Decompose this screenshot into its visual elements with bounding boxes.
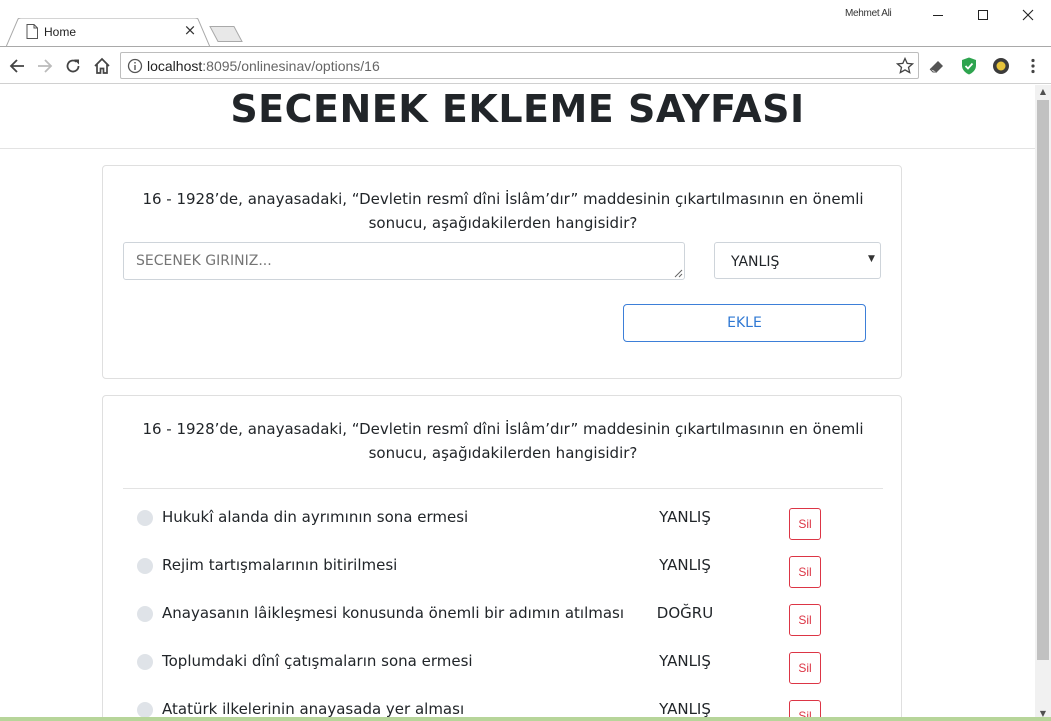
list-item: Hukukî alanda din ayrımının sona ermesi … <box>103 498 903 540</box>
title-divider <box>0 148 1035 149</box>
form-question-text: 16 - 1928’de, anayasadaki, “Devletin res… <box>142 190 864 232</box>
browser-titlebar: Home × Mehmet Ali <box>0 0 1051 47</box>
option-text: Atatürk ilkelerinin anayasada yer alması <box>162 700 465 718</box>
radio-button[interactable] <box>137 606 153 622</box>
option-text: Hukukî alanda din ayrımının sona ermesi <box>162 508 469 526</box>
home-icon[interactable] <box>90 54 114 78</box>
radio-button[interactable] <box>137 654 153 670</box>
radio-button[interactable] <box>137 510 153 526</box>
options-list-card: 16 - 1928’de, anayasadaki, “Devletin res… <box>102 395 902 721</box>
list-item: Rejim tartışmalarının bitirilmesi YANLIŞ… <box>103 546 903 588</box>
info-icon[interactable] <box>127 58 143 74</box>
correctness-select[interactable]: YANLIŞ ▼ <box>714 242 881 279</box>
scrollbar-thumb[interactable] <box>1037 100 1049 660</box>
option-status: DOĞRU <box>656 604 714 622</box>
delete-button[interactable]: Sil <box>789 604 821 636</box>
delete-button[interactable]: Sil <box>789 652 821 684</box>
minimize-icon[interactable] <box>915 0 961 30</box>
browser-toolbar: localhost:8095/onlinesinav/options/16 <box>0 46 1051 84</box>
option-status: YANLIŞ <box>659 700 711 718</box>
eraser-icon[interactable] <box>927 56 947 76</box>
add-option-card: 16 - 1928’de, anayasadaki, “Devletin res… <box>102 165 902 379</box>
star-icon[interactable] <box>896 57 914 75</box>
profile-name[interactable]: Mehmet Ali <box>845 8 892 19</box>
shield-icon[interactable] <box>959 56 979 76</box>
option-text: Rejim tartışmalarının bitirilmesi <box>162 556 398 574</box>
tab-close-icon[interactable]: × <box>182 22 198 38</box>
select-value: YANLIŞ <box>731 254 780 270</box>
arrow-left-icon[interactable] <box>5 54 29 78</box>
new-tab-button[interactable] <box>208 26 244 42</box>
option-status: YANLIŞ <box>659 556 711 574</box>
vertical-scrollbar[interactable]: ▲ ▼ <box>1035 85 1051 721</box>
option-status: YANLIŞ <box>659 652 711 670</box>
page-icon <box>26 24 38 39</box>
option-input[interactable] <box>123 242 685 280</box>
list-item: Toplumdaki dînî çatışmaların sona ermesi… <box>103 642 903 684</box>
page-title: SECENEK EKLEME SAYFASI <box>230 87 805 131</box>
reload-icon[interactable] <box>61 54 85 78</box>
delete-button[interactable]: Sil <box>789 556 821 588</box>
option-status: YANLIŞ <box>659 508 711 526</box>
radio-button[interactable] <box>137 702 153 718</box>
arrow-right-icon[interactable] <box>33 54 57 78</box>
maximize-icon[interactable] <box>960 0 1006 30</box>
list-divider <box>123 488 883 489</box>
taskbar-edge <box>0 717 1051 721</box>
list-item: Anayasanın lâikleşmesi konusunda önemli … <box>103 594 903 636</box>
list-question-text: 16 - 1928’de, anayasadaki, “Devletin res… <box>142 420 864 462</box>
kebab-menu-icon[interactable] <box>1023 56 1043 76</box>
radio-button[interactable] <box>137 558 153 574</box>
bulb-icon[interactable] <box>991 56 1011 76</box>
resize-grip-icon[interactable] <box>674 269 683 278</box>
window-close-icon[interactable] <box>1005 0 1051 30</box>
delete-button[interactable]: Sil <box>789 508 821 540</box>
caret-down-icon: ▼ <box>868 254 875 264</box>
tab-title: Home <box>44 25 77 39</box>
option-text: Anayasanın lâikleşmesi konusunda önemli … <box>162 604 625 622</box>
option-text: Toplumdaki dînî çatışmaların sona ermesi <box>162 652 473 670</box>
url-text[interactable]: localhost:8095/onlinesinav/options/16 <box>147 58 380 74</box>
page-viewport: SECENEK EKLEME SAYFASI 16 - 1928’de, ana… <box>0 85 1035 721</box>
add-option-button[interactable]: EKLE <box>623 304 866 342</box>
address-bar[interactable]: localhost:8095/onlinesinav/options/16 <box>120 52 919 79</box>
scroll-up-icon[interactable]: ▲ <box>1035 85 1051 99</box>
